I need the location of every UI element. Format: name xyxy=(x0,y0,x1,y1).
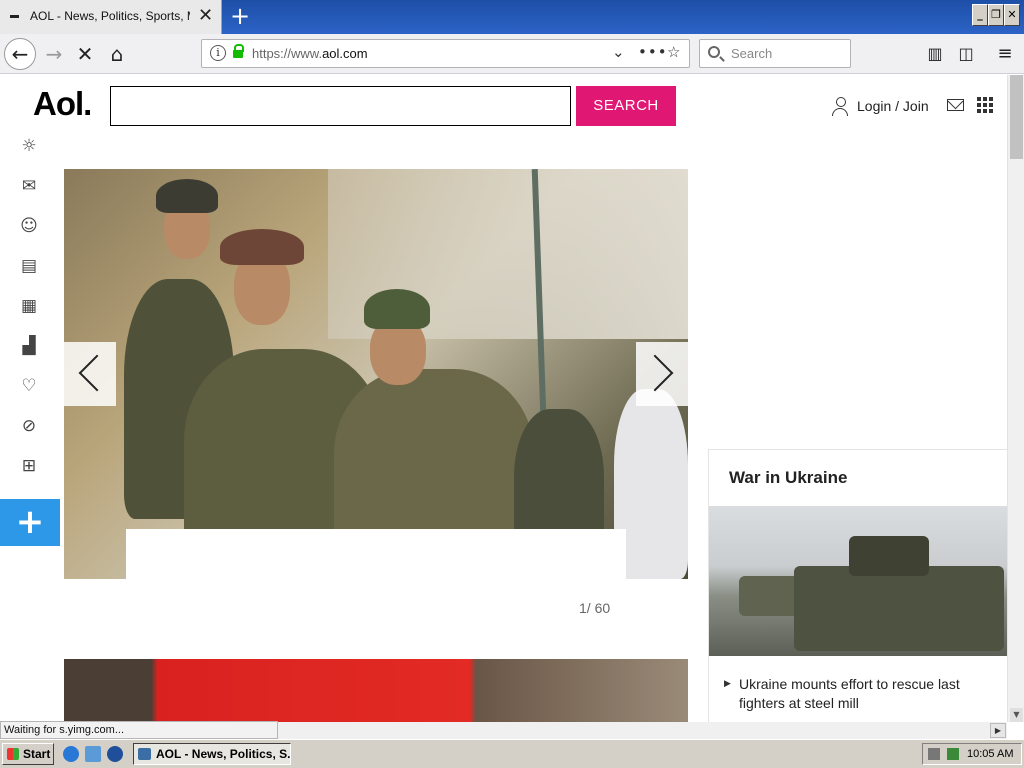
page-viewport: Aol. SEARCH Login / Join ☼ ✉ ☺ ▤ ▦ ▟ ♡ ⊘… xyxy=(0,75,1007,722)
news-icon[interactable]: ▤ xyxy=(18,255,40,277)
media-player-quicklaunch-icon[interactable] xyxy=(107,746,123,762)
start-button[interactable]: Start xyxy=(2,743,54,765)
tray-keyboard-icon[interactable] xyxy=(928,748,940,760)
slide-next-button[interactable] xyxy=(636,342,688,406)
browser-toolbar: ← → ✕ ⌂ i https://www.aol.com ⌄ ••• ☆ Se… xyxy=(0,34,1024,74)
close-window-button[interactable]: ✕ xyxy=(1004,4,1020,26)
clock: 10:05 AM xyxy=(967,748,1014,760)
video-icon[interactable]: ▦ xyxy=(18,295,40,317)
browser-search-placeholder: Search xyxy=(731,46,773,61)
secure-lock-icon xyxy=(233,44,244,58)
browser-search-field[interactable]: Search xyxy=(699,39,851,68)
user-nav-icon[interactable]: ☺ xyxy=(18,215,40,237)
slideshow-image[interactable] xyxy=(64,169,688,579)
url-domain: aol.com xyxy=(322,46,368,61)
apps-grid-icon[interactable] xyxy=(977,97,993,113)
ukraine-story-link[interactable]: Ukraine mounts effort to rescue last fig… xyxy=(739,675,979,713)
stop-loading-icon[interactable]: ✕ xyxy=(73,34,97,74)
library-icon[interactable]: ▥ xyxy=(924,34,946,74)
windows-taskbar: Start AOL - News, Politics, S... 10:05 A… xyxy=(0,739,1024,768)
site-info-icon[interactable]: i xyxy=(210,45,226,61)
slide-figure xyxy=(220,229,304,265)
slide-caption-box xyxy=(126,529,626,579)
finance-chart-icon[interactable]: ▟ xyxy=(18,335,40,357)
url-prefix: https://www. xyxy=(252,46,323,61)
page-actions-icon[interactable]: ••• xyxy=(638,43,668,61)
image-tank xyxy=(739,576,799,616)
bullet-triangle-icon: ▶ xyxy=(724,679,731,689)
aol-search-input[interactable] xyxy=(110,86,571,126)
tab-close-icon[interactable]: ✕ xyxy=(198,6,213,26)
ukraine-story-image[interactable] xyxy=(709,506,1007,656)
slide-counter: 1/ 60 xyxy=(579,600,611,616)
aol-logo[interactable]: Aol. xyxy=(33,85,92,123)
second-story-image[interactable] xyxy=(64,659,688,722)
forward-arrow-icon[interactable]: → xyxy=(42,34,66,74)
browser-tab-strip: AOL - News, Politics, Sports, Mail ✕ + _… xyxy=(0,0,1024,34)
scrollbar-thumb[interactable] xyxy=(1010,75,1023,159)
weather-icon[interactable]: ☼ xyxy=(18,135,40,157)
sports-football-icon[interactable]: ⊘ xyxy=(18,415,40,437)
chevron-down-icon[interactable]: ⌄ xyxy=(612,43,625,61)
taskbar-item-aol[interactable]: AOL - News, Politics, S... xyxy=(133,743,291,765)
ukraine-module: War in Ukraine ▶ Ukraine mounts effort t… xyxy=(708,449,1007,722)
tab-favicon-icon xyxy=(10,15,19,18)
tab-title: AOL - News, Politics, Sports, Mail xyxy=(30,9,190,23)
tray-network-icon[interactable] xyxy=(947,748,959,760)
image-tank xyxy=(849,536,929,576)
games-controller-icon[interactable]: ⊞ xyxy=(18,455,40,477)
mail-icon[interactable] xyxy=(947,99,964,111)
mail-nav-icon[interactable]: ✉ xyxy=(18,175,40,197)
ie-quicklaunch-icon[interactable] xyxy=(63,746,79,762)
login-label: Login / Join xyxy=(857,98,929,114)
bookmark-star-icon[interactable]: ☆ xyxy=(667,43,680,61)
url-bar[interactable]: i https://www.aol.com ⌄ ••• ☆ xyxy=(201,39,690,68)
hamburger-menu-icon[interactable]: ≡ xyxy=(994,34,1016,74)
scroll-right-arrow-icon[interactable]: ▶ xyxy=(990,723,1006,738)
minimize-button[interactable]: _ xyxy=(972,4,988,26)
slide-figure xyxy=(364,289,430,329)
back-arrow-icon[interactable]: ← xyxy=(4,38,36,70)
user-icon xyxy=(832,97,848,116)
add-plus-button[interactable]: + xyxy=(0,499,60,546)
sidebar-toggle-icon[interactable]: ◫ xyxy=(955,34,977,74)
slide-prev-button[interactable] xyxy=(64,342,116,406)
aol-search-button[interactable]: SEARCH xyxy=(576,86,676,126)
module-heading[interactable]: War in Ukraine xyxy=(729,468,847,488)
url-text[interactable]: https://www.aol.com xyxy=(252,46,368,61)
home-icon[interactable]: ⌂ xyxy=(105,34,129,74)
vertical-scrollbar[interactable]: ▼ xyxy=(1007,75,1024,722)
browser-tab-aol[interactable]: AOL - News, Politics, Sports, Mail ✕ xyxy=(0,0,222,34)
search-icon xyxy=(708,46,720,58)
desktop-quicklaunch-icon[interactable] xyxy=(85,746,101,762)
status-bar: Waiting for s.yimg.com... xyxy=(0,721,278,739)
restore-button[interactable]: ❐ xyxy=(988,4,1004,26)
heart-icon[interactable]: ♡ xyxy=(18,375,40,397)
new-tab-icon[interactable]: + xyxy=(230,2,250,30)
slide-figure xyxy=(156,179,218,213)
scroll-down-arrow-icon[interactable]: ▼ xyxy=(1010,708,1023,722)
image-tank xyxy=(794,566,1004,651)
system-tray: 10:05 AM xyxy=(922,743,1022,765)
